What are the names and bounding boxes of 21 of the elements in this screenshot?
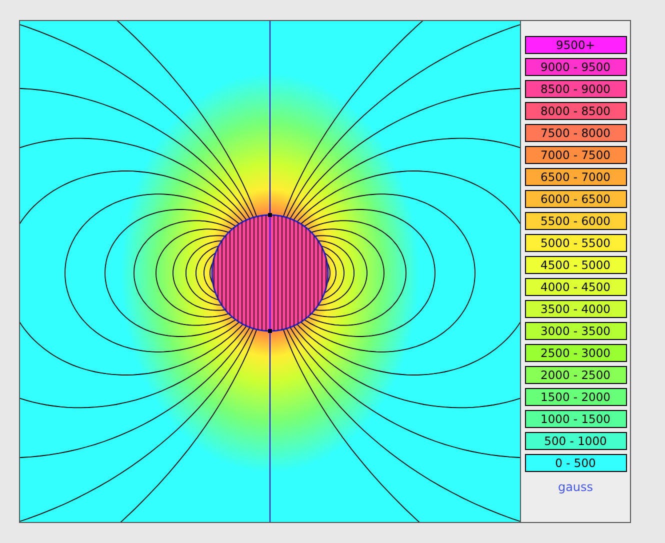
legend-swatch: 9500+ (524, 36, 626, 54)
legend-swatch: 0 - 500 (524, 454, 626, 472)
legend-swatch: 5000 - 5500 (524, 234, 626, 252)
legend-swatch: 1000 - 1500 (524, 410, 626, 428)
legend-swatch: 6500 - 7000 (524, 168, 626, 186)
legend-swatch: 8500 - 9000 (524, 80, 626, 98)
unit-label: gauss (558, 480, 594, 494)
legend-swatch: 2500 - 3000 (524, 344, 626, 362)
legend-swatch: 8000 - 8500 (524, 102, 626, 120)
legend-swatch: 2000 - 2500 (524, 366, 626, 384)
legend-swatch: 5500 - 6000 (524, 212, 626, 230)
legend-swatch: 3000 - 3500 (524, 322, 626, 340)
legend-swatch: 4500 - 5000 (524, 256, 626, 274)
legend-swatch: 6000 - 6500 (524, 190, 626, 208)
legend-swatch: 9000 - 9500 (524, 58, 626, 76)
legend-swatch: 4000 - 4500 (524, 278, 626, 296)
legend-swatch: 1500 - 2000 (524, 388, 626, 406)
legend-swatch: 3500 - 4000 (524, 300, 626, 318)
legend-swatch: 7500 - 8000 (524, 124, 626, 142)
legend-swatch: 500 - 1000 (524, 432, 626, 450)
legend-swatch: 7000 - 7500 (524, 146, 626, 164)
